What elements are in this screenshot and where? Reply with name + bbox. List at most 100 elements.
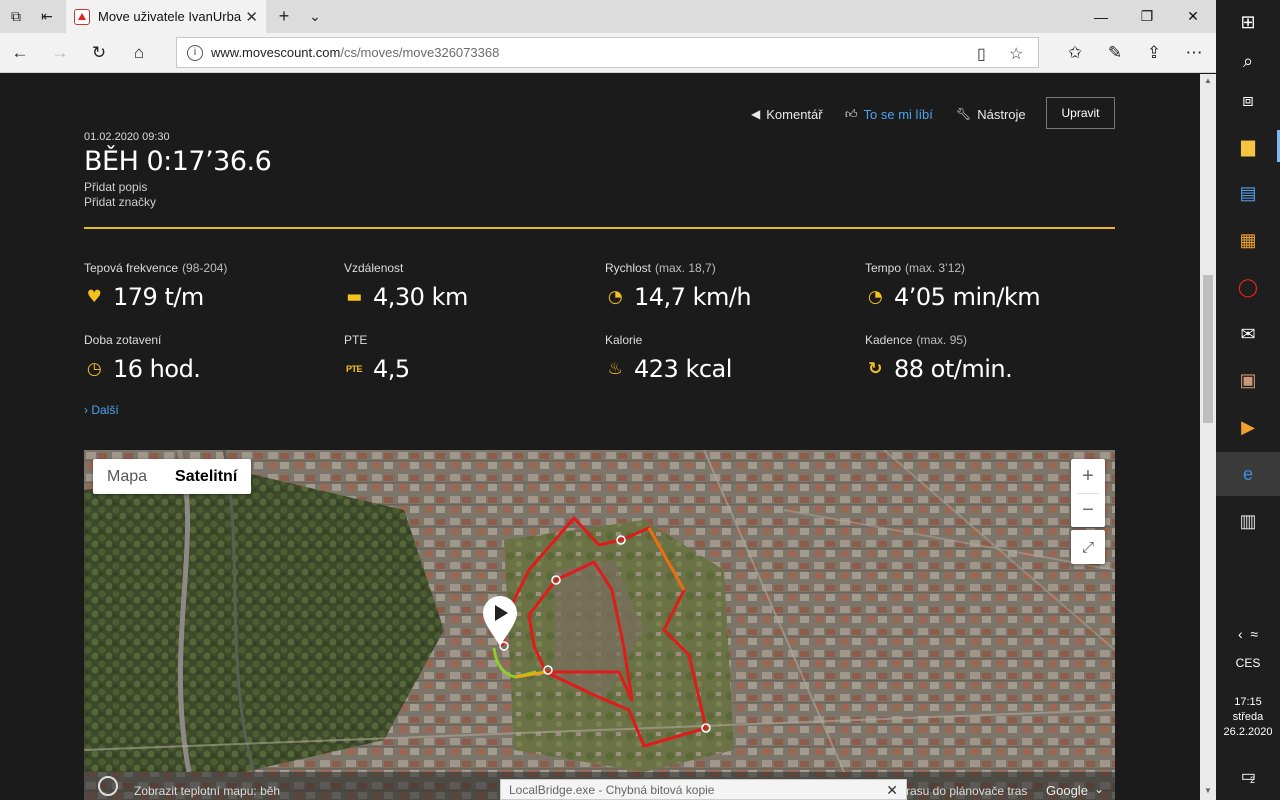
back-icon[interactable]: ← (9, 42, 31, 64)
stat-heart-rate: Tepová frekvence (98-204) ♥ 179 t/m (84, 261, 228, 311)
error-notification-text: LocalBridge.exe - Chybná bitová kopie (509, 782, 715, 797)
divider (84, 227, 1115, 229)
search-icon[interactable]: ⌕ (1216, 39, 1280, 83)
heatmap-toggle[interactable]: Zobrazit teplotní mapu: běh (134, 784, 280, 798)
recovery-timer-icon: ◷ (86, 359, 102, 379)
active-tab[interactable]: Move uživatele IvanUrba ✕ (66, 0, 266, 33)
navigation-bar: ← → ↻ ⌂ i www.movescount.com/cs/moves/mo… (0, 33, 1216, 73)
edit-button[interactable]: Upravit (1046, 97, 1115, 129)
move-title: BĚH 0:17’36.6 (84, 146, 272, 177)
edge-browser-icon[interactable]: e (1216, 452, 1280, 496)
favorite-star-icon[interactable]: ☆ (1009, 44, 1023, 64)
more-icon[interactable]: ⋯ (1183, 42, 1205, 64)
reading-view-icon[interactable]: ▯ (977, 44, 986, 64)
google-logo: Google (1046, 783, 1088, 798)
home-icon[interactable]: ⌂ (128, 42, 150, 64)
zoom-out-button[interactable]: − (1071, 493, 1105, 527)
window-app-icon[interactable]: ▥ (1216, 499, 1280, 543)
more-link[interactable]: › Další (84, 403, 119, 417)
scroll-up-icon[interactable]: ▲ (1203, 76, 1213, 85)
set-aside-tabs-icon[interactable]: ⇤ (37, 6, 57, 26)
tools-label: Nástroje (977, 106, 1026, 122)
heart-icon: ♥ (86, 287, 102, 307)
route-planner-link[interactable]: rasu do plánovače tras (906, 784, 1027, 798)
heatmap-icon[interactable] (98, 776, 118, 796)
restore-icon[interactable]: ❐ (1124, 0, 1170, 33)
mail-icon[interactable]: ✉ (1216, 312, 1280, 356)
stat-cadence: Kadence (max. 95) ↻ 88 ot/min. (865, 333, 1013, 383)
windows-start-icon[interactable]: ⊞ (1216, 0, 1280, 44)
stat-pte: PTE PTE 4,5 (344, 333, 410, 383)
tools-button[interactable]: 🔧︎ Nástroje (956, 98, 1026, 130)
site-info-icon[interactable]: i (187, 44, 203, 61)
refresh-icon[interactable]: ↻ (88, 42, 110, 64)
zoom-control: + − (1071, 459, 1105, 527)
stat-distance: Vzdálenost ▬ 4,30 km (344, 261, 468, 311)
stat-recovery-time: Doba zotavení ◷ 16 hod. (84, 333, 201, 383)
stat-calories: Kalorie ♨ 423 kcal (605, 333, 732, 383)
wrench-icon: 🔧︎ (956, 107, 972, 121)
comment-button[interactable]: ◀ Komentář (751, 98, 823, 130)
address-bar[interactable]: i www.movescount.com/cs/moves/move326073… (176, 37, 1039, 68)
pen-icon[interactable]: ✎ (1104, 42, 1126, 64)
stat-speed: Rychlost (max. 18,7) ◔ 14,7 km/h (605, 261, 752, 311)
stat-pace: Tempo (max. 3’12) ◔ 4’05 min/km (865, 261, 1041, 311)
chevron-right-icon: › (84, 403, 88, 417)
windows-taskbar: ⊞ ⌕ ⧈ ▆ ▤ ▦ ◯ ✉ ▣ ▶ e ▥ ‹ ≈ ▭ 2 (1216, 0, 1280, 800)
satellite-imagery (84, 450, 1115, 800)
add-tags-link[interactable]: Přidat značky (84, 195, 156, 209)
page-scrollbar[interactable]: ▲ ▼ (1200, 74, 1216, 800)
pte-icon: PTE (345, 364, 363, 374)
thumbs-up-icon: 👍︎ (845, 106, 858, 121)
scrollbar-thumb[interactable] (1203, 275, 1213, 423)
map-type-switcher: Mapa Satelitní (93, 459, 252, 494)
scroll-down-icon[interactable]: ▼ (1203, 786, 1213, 795)
pace-icon: ◔ (867, 287, 883, 307)
move-date: 01.02.2020 09:30 (84, 131, 170, 143)
opera-icon[interactable]: ◯ (1216, 265, 1280, 309)
task-view-icon[interactable]: ⧈ (1216, 78, 1280, 122)
news-app-icon[interactable]: ▤ (1216, 171, 1280, 215)
ruler-icon: ▬ (346, 287, 362, 307)
speedometer-icon: ◔ (607, 287, 623, 307)
megaphone-icon: ◀ (751, 107, 761, 121)
favorites-list-icon[interactable]: ✩ (1064, 42, 1086, 64)
new-tab-icon[interactable]: + (274, 6, 294, 26)
like-button[interactable]: 👍︎ To se mi líbí (845, 98, 933, 130)
cadence-icon: ↻ (868, 359, 882, 379)
map-type-map[interactable]: Mapa (93, 459, 161, 494)
clock-date[interactable]: 26.2.2020 (1216, 726, 1280, 739)
clock-day[interactable]: středa (1216, 711, 1280, 724)
tab-preview-chevron-icon[interactable]: ⌄ (305, 6, 325, 26)
error-notification: LocalBridge.exe - Chybná bitová kopie ✕ (500, 779, 907, 800)
close-icon[interactable]: ✕ (886, 782, 898, 799)
store-icon[interactable]: ▦ (1216, 218, 1280, 262)
zoom-in-button[interactable]: + (1071, 459, 1105, 493)
map-type-satellite[interactable]: Satelitní (161, 459, 251, 494)
tab-actions-icon[interactable]: ⧉ (6, 6, 26, 26)
page-content: ◀ Komentář 👍︎ To se mi líbí 🔧︎ Nástroje … (0, 74, 1200, 800)
chevron-down-icon[interactable]: ⌄ (1094, 782, 1104, 796)
clock-time[interactable]: 17:15 (1216, 696, 1280, 709)
like-label: To se mi líbí (863, 106, 933, 122)
tray-chevron-icon[interactable]: ‹ ≈ (1216, 614, 1280, 654)
add-description-link[interactable]: Přidat popis (84, 180, 147, 194)
share-icon[interactable]: ⇪ (1143, 42, 1165, 64)
media-player-icon[interactable]: ▶ (1216, 405, 1280, 449)
tab-title: Move uživatele IvanUrba (98, 9, 242, 24)
close-window-icon[interactable]: ✕ (1170, 0, 1216, 33)
movescount-favicon-icon (74, 8, 90, 25)
app-icon[interactable]: ▣ (1216, 358, 1280, 402)
file-explorer-icon[interactable]: ▆ (1216, 124, 1280, 168)
notifications-icon[interactable]: ▭ 2 (1216, 754, 1280, 798)
forward-icon[interactable]: → (49, 42, 71, 64)
fullscreen-icon[interactable]: ⤢ (1071, 530, 1105, 564)
language-indicator[interactable]: CES (1216, 657, 1280, 670)
flame-icon: ♨ (607, 359, 623, 379)
close-tab-icon[interactable]: ✕ (245, 8, 258, 26)
comment-label: Komentář (766, 106, 823, 122)
route-map[interactable]: Mapa Satelitní + − ⤢ Zobrazit teplotní m… (84, 450, 1115, 800)
minimize-icon[interactable]: — (1078, 0, 1124, 33)
tab-bar: ⧉ ⇤ Move uživatele IvanUrba ✕ + ⌄ — ❐ ✕ (0, 0, 1216, 33)
address-text: www.movescount.com/cs/moves/move32607336… (211, 45, 500, 60)
